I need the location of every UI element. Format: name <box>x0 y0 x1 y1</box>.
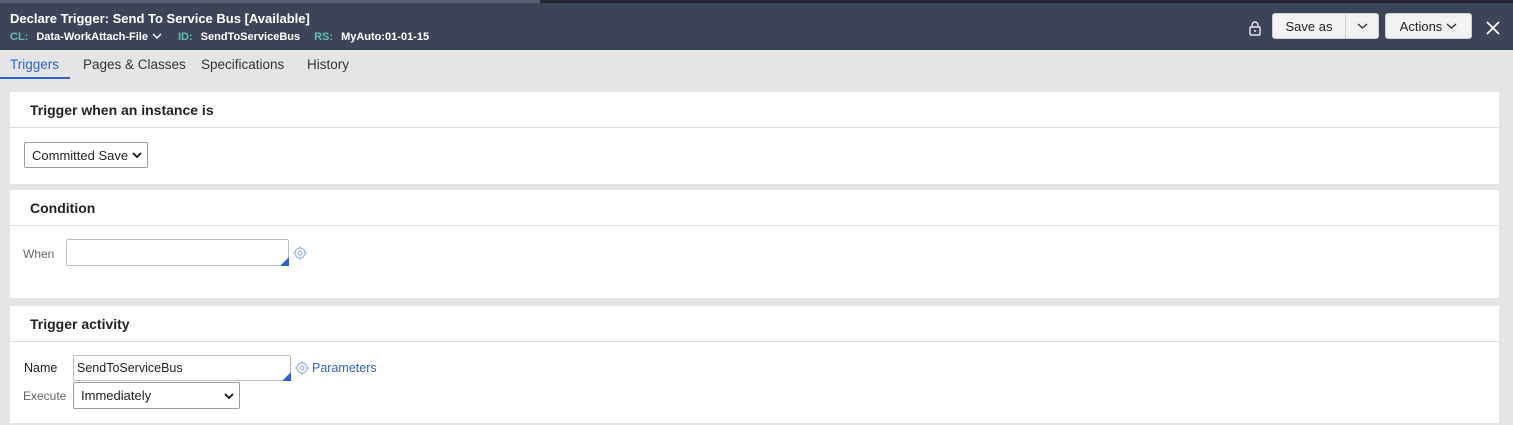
trigger-section-heading: Trigger when an instance is <box>10 92 1499 128</box>
id-key: ID: <box>177 31 193 43</box>
rule-title: Declare Trigger: Send To Service Bus [Av… <box>10 11 310 26</box>
close-icon[interactable] <box>1485 20 1501 36</box>
rs-value: MyAuto:01-01-15 <box>341 31 430 43</box>
tab-pages-classes[interactable]: Pages & Classes <box>83 57 186 72</box>
tab-triggers[interactable]: Triggers <box>10 57 59 72</box>
id-value: SendToServiceBus <box>200 31 301 43</box>
activity-section: Trigger activity Name SendToServiceBus P… <box>10 306 1499 423</box>
lock-icon[interactable] <box>1247 20 1263 36</box>
chevron-down-icon <box>224 392 234 399</box>
gear-icon[interactable] <box>293 246 307 260</box>
trigger-section: Trigger when an instance is Committed Sa… <box>10 92 1499 184</box>
save-as-dropdown-button[interactable] <box>1345 13 1379 39</box>
when-label: When <box>23 247 55 261</box>
active-tab-indicator <box>0 77 70 79</box>
chevron-down-icon <box>1357 23 1367 29</box>
chevron-down-icon <box>132 152 142 159</box>
tab-specifications[interactable]: Specifications <box>201 57 284 72</box>
execute-select[interactable]: Immediately <box>73 382 240 409</box>
activity-name-value: SendToServiceBus <box>77 361 183 375</box>
tab-history[interactable]: History <box>307 57 349 72</box>
condition-section: Condition When <box>10 190 1499 298</box>
autocomplete-corner-icon <box>280 257 289 266</box>
actions-label: Actions <box>1399 18 1443 34</box>
autocomplete-corner-icon <box>282 372 291 381</box>
rule-tabs: Triggers Pages & Classes Specifications … <box>0 50 1513 80</box>
save-as-button[interactable]: Save as <box>1272 13 1346 39</box>
rule-meta: CL: Data-WorkAttach-File ID: SendToServi… <box>10 31 443 43</box>
execute-value: Immediately <box>81 388 152 403</box>
cl-key: CL: <box>10 31 29 43</box>
trigger-event-value: Committed Save <box>32 147 129 163</box>
header-tab-strip <box>0 0 540 3</box>
gear-icon[interactable] <box>295 361 309 375</box>
execute-label: Execute <box>23 389 67 403</box>
activity-name-input[interactable]: SendToServiceBus <box>73 355 291 381</box>
trigger-event-select[interactable]: Committed Save <box>24 142 148 168</box>
when-input[interactable] <box>66 239 289 266</box>
cl-value[interactable]: Data-WorkAttach-File <box>36 31 148 43</box>
condition-section-heading: Condition <box>10 190 1499 226</box>
chevron-down-icon <box>1446 23 1457 29</box>
rs-key: RS: <box>314 31 334 43</box>
parameters-link[interactable]: Parameters <box>312 361 377 375</box>
activity-section-heading: Trigger activity <box>10 306 1499 342</box>
actions-button[interactable]: Actions <box>1385 13 1472 39</box>
chevron-down-icon[interactable] <box>152 32 162 43</box>
name-label: Name <box>24 361 58 375</box>
rule-header: Declare Trigger: Send To Service Bus [Av… <box>0 0 1513 50</box>
